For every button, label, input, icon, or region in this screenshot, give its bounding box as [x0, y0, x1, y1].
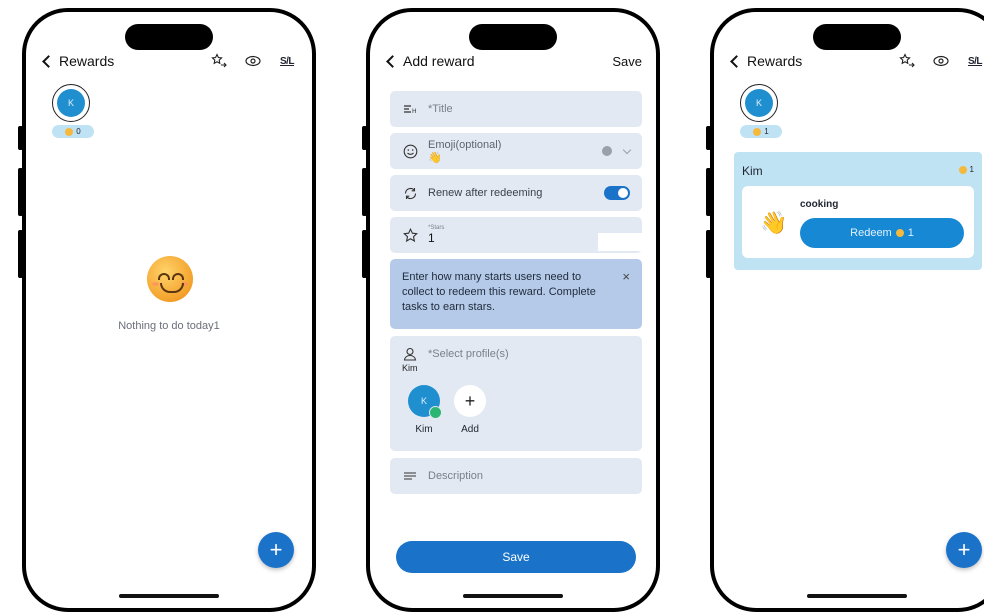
renew-label: Renew after redeeming — [428, 187, 543, 199]
redeem-stars: 1 — [907, 227, 914, 239]
card-star-value: 1 — [969, 165, 974, 174]
save-button[interactable]: Save — [396, 541, 636, 573]
star-icon — [895, 229, 904, 237]
dynamic-island — [813, 24, 901, 50]
profile-reward-card: Kim 1 👋 cooking Redeem 1 — [734, 152, 982, 270]
chevron-left-icon — [386, 54, 399, 68]
clear-icon[interactable] — [602, 146, 612, 156]
selected-profile-name: Kim — [402, 363, 418, 373]
eye-icon[interactable] — [242, 50, 264, 72]
title-placeholder: *Title — [428, 103, 453, 115]
title-field[interactable]: H *Title — [390, 91, 642, 127]
chevron-left-icon — [730, 54, 743, 68]
page-title: Rewards — [747, 53, 803, 69]
smiling-face-icon — [147, 256, 193, 302]
empty-state-text: Nothing to do today1 — [118, 320, 220, 332]
emoji-field[interactable]: Emoji(optional) 👋 — [390, 133, 642, 169]
person-icon — [402, 346, 418, 362]
save-link[interactable]: Save — [612, 54, 642, 69]
white-patch — [598, 233, 644, 251]
star-count-badge: 0 — [52, 125, 94, 138]
info-text: Enter how many starts users need to coll… — [402, 271, 596, 313]
avatar: K — [57, 89, 85, 117]
refresh-icon — [402, 185, 418, 201]
home-indicator — [807, 594, 907, 598]
profile-option-kim[interactable]: K Kim — [408, 385, 442, 435]
avatar-ring: K — [52, 84, 90, 122]
eye-icon[interactable] — [930, 50, 952, 72]
description-field[interactable]: Description — [390, 458, 642, 494]
emoji-label: Emoji(optional) — [428, 138, 502, 151]
info-panel: Enter how many starts users need to coll… — [390, 259, 642, 329]
page-title: Rewards — [59, 53, 115, 69]
eye-shape — [158, 273, 170, 280]
waving-hand-icon: 👋 — [760, 210, 788, 235]
svg-text:H: H — [412, 108, 417, 114]
eye-shape — [172, 273, 184, 280]
top-bar: Rewards S/L — [42, 48, 298, 74]
profile-chip[interactable]: K 1 — [740, 84, 784, 138]
heading-icon: H — [402, 101, 418, 117]
add-profile-button[interactable]: + Add — [454, 385, 486, 435]
reward-title: cooking — [800, 199, 839, 210]
cheek-shape — [152, 282, 159, 286]
star-swap-icon[interactable] — [896, 50, 918, 72]
avatar-ring: K — [740, 84, 778, 122]
lines-icon — [402, 468, 418, 484]
star-count: 1 — [764, 127, 769, 136]
redeem-label: Redeem — [850, 227, 892, 239]
home-indicator — [119, 594, 219, 598]
home-indicator — [463, 594, 563, 598]
back-button[interactable]: Add reward — [386, 53, 475, 69]
add-fab-button[interactable]: + — [946, 532, 982, 568]
plus-icon: + — [454, 385, 486, 417]
star-icon — [65, 127, 74, 136]
sort-language-icon[interactable]: S/L — [276, 50, 298, 72]
emoji-value: 👋 — [428, 151, 442, 164]
card-star-count: 1 — [958, 165, 974, 174]
phone-add-reward: Add reward Save H *Title Emoji(optional)… — [366, 8, 660, 612]
phone-rewards-empty: Rewards S/L K 0 Nothing to do today1 + — [22, 8, 316, 612]
star-icon — [958, 165, 967, 174]
profile-chip[interactable]: K 0 — [52, 84, 96, 138]
avatar: K — [745, 89, 773, 117]
top-bar: Rewards S/L — [730, 48, 984, 74]
description-placeholder: Description — [428, 470, 484, 482]
back-button[interactable]: Rewards — [730, 53, 802, 69]
select-profiles-label: *Select profile(s) — [428, 348, 509, 360]
page-title: Add reward — [403, 53, 475, 69]
dynamic-island — [125, 24, 213, 50]
chevron-left-icon — [42, 54, 55, 68]
star-count-badge: 1 — [740, 125, 782, 138]
back-button[interactable]: Rewards — [42, 53, 114, 69]
card-profile-name: Kim — [742, 164, 763, 178]
add-label: Add — [461, 424, 479, 435]
profiles-field: *Select profile(s) Kim K Kim + Add — [390, 336, 642, 451]
star-icon — [753, 127, 762, 136]
add-fab-button[interactable]: + — [258, 532, 294, 568]
mouth-shape — [160, 283, 184, 293]
smiley-icon — [402, 143, 418, 159]
renew-field: Renew after redeeming — [390, 175, 642, 211]
check-icon — [429, 406, 442, 419]
sort-language-icon[interactable]: S/L — [964, 50, 984, 72]
redeem-button[interactable]: Redeem 1 — [800, 218, 964, 248]
chevron-down-icon[interactable] — [622, 145, 632, 154]
avatar: K — [408, 385, 442, 419]
star-swap-icon[interactable] — [208, 50, 230, 72]
stars-value: 1 — [428, 231, 435, 245]
close-icon[interactable]: × — [622, 269, 630, 284]
star-outline-icon — [402, 227, 418, 243]
renew-toggle[interactable] — [604, 186, 630, 200]
profile-name: Kim — [415, 424, 433, 435]
dynamic-island — [469, 24, 557, 50]
top-bar: Add reward Save — [386, 48, 642, 74]
phone-rewards-list: Rewards S/L K 1 Kim 1 👋 cooking Redeem 1… — [710, 8, 984, 612]
reward-item: 👋 cooking Redeem 1 — [742, 186, 974, 258]
avatar-initial: K — [420, 396, 427, 406]
star-count: 0 — [76, 127, 81, 136]
